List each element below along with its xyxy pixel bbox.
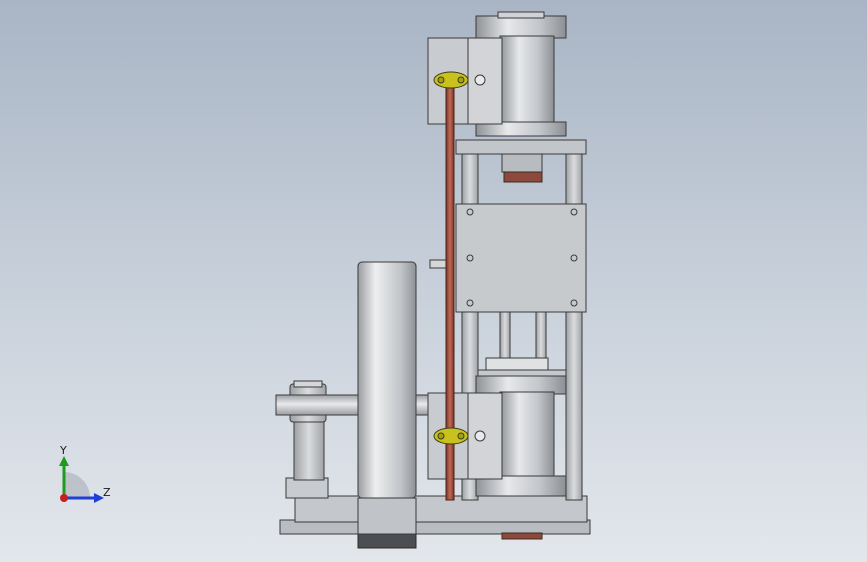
lower-rod-end [433,427,469,445]
flywheel [357,261,417,535]
cad-3d-viewport[interactable]: Y Z [0,0,867,562]
triad-plane-icon [64,472,90,498]
upper-rod-end [433,71,469,89]
coordinate-triad: Y Z [59,444,111,503]
y-axis-label: Y [59,444,67,457]
clamp-bracket [477,357,567,379]
z-axis-label: Z [103,486,111,499]
x-axis-dot [60,494,68,502]
